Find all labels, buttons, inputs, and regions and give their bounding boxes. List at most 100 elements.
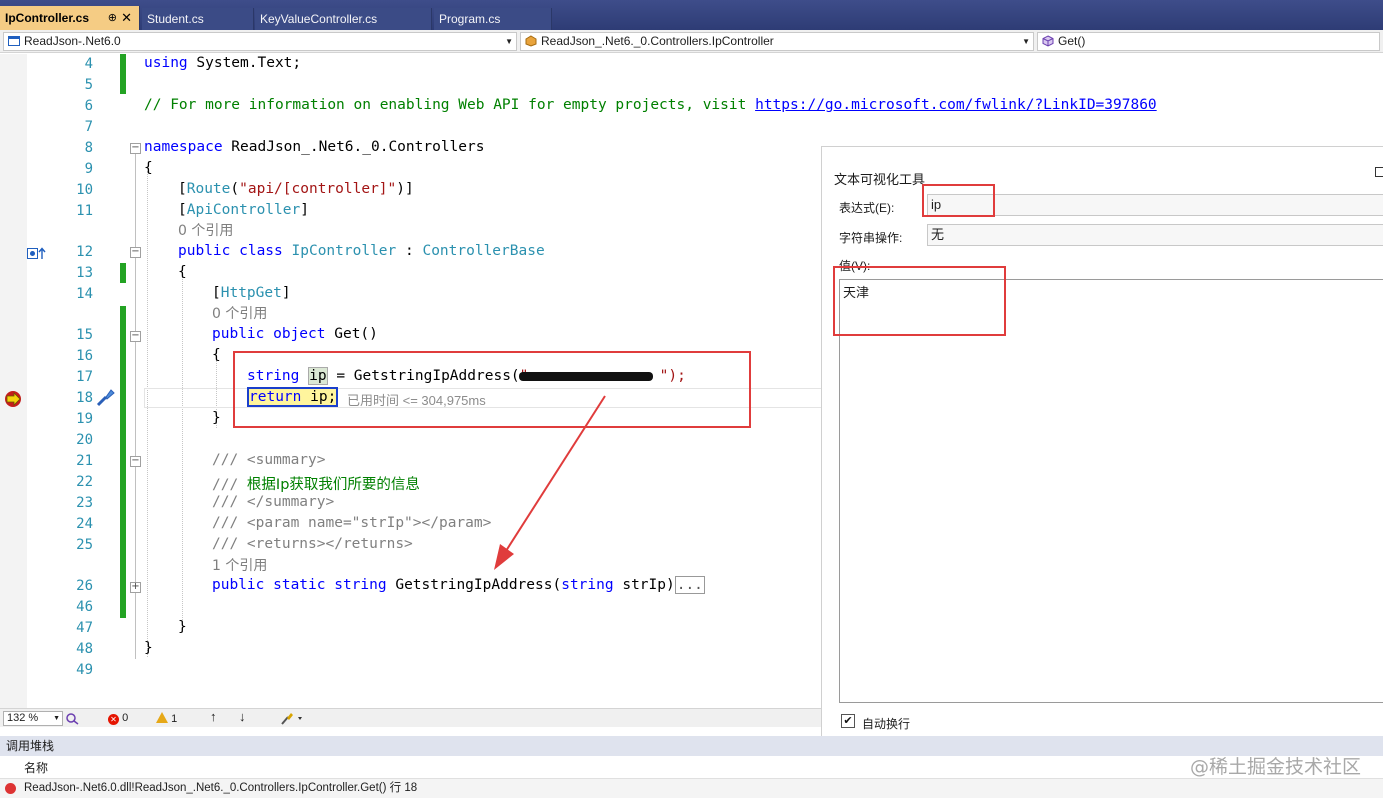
line-number: 10 [76,182,93,198]
change-bar [120,306,126,618]
code-line-26[interactable]: public static string GetstringIpAddress(… [212,576,705,594]
code-line-21[interactable]: /// <summary> [212,452,326,468]
codelens-references[interactable]: 1 个引用 [212,555,267,575]
code-line-48[interactable]: } [144,640,153,656]
type-dropdown[interactable]: ReadJson_.Net6._0.Controllers.IpControll… [520,32,1034,51]
codelens-references[interactable]: 0 个引用 [212,303,267,323]
line-number: 22 [76,474,93,490]
collapsed-region-ellipsis[interactable]: ... [674,576,705,594]
chevron-down-icon: ▼ [505,37,513,46]
member-name: Get() [1058,34,1086,48]
fwlink-url[interactable]: https://go.microsoft.com/fwlink/?LinkID=… [755,97,1157,113]
text-visualizer-dialog[interactable]: 文本可视化工具 表达式(E): ip 字符串操作: 无 值(V): 天津 ✔ 自… [821,146,1383,746]
line-number: 46 [76,599,93,615]
code-line-12[interactable]: public class IpController : ControllerBa… [178,243,545,259]
code-line-8[interactable]: namespace ReadJson_.Net6._0.Controllers [144,139,484,155]
code-line-9[interactable]: { [144,160,153,176]
error-count[interactable]: ✕ 0 [108,712,128,725]
document-tab-strip: IpController.cs ⊕ ✕ Student.cs KeyValueC… [0,0,1383,30]
pin-icon[interactable]: ⊕ [108,6,117,30]
code-line-22[interactable]: /// 根据Ip获取我们所要的信息 [212,473,420,494]
navigation-bar: ReadJson-.Net6.0 ▼ ReadJson_.Net6._0.Con… [0,30,1383,53]
dialog-title: 文本可视化工具 [834,172,926,187]
next-issue-button[interactable]: ↓ [239,710,246,723]
line-number: 7 [84,119,93,135]
code-line-19[interactable]: } [212,410,221,426]
change-bar [120,263,126,283]
tab-student[interactable]: Student.cs [142,8,254,30]
close-icon[interactable]: ✕ [121,6,132,30]
line-number: 12 [76,244,93,260]
collapse-toggle[interactable]: − [130,247,141,258]
call-stack-name-column[interactable]: 名称 [0,757,1383,779]
tab-keyvaluecontroller[interactable]: KeyValueController.cs [255,8,432,30]
code-line-25[interactable]: /// <returns></returns> [212,536,413,552]
line-number: 9 [84,161,93,177]
call-stack-panel-title: 调用堆栈 [0,736,1383,756]
tab-label: KeyValueController.cs [260,12,378,26]
collapse-toggle[interactable]: − [130,456,141,467]
word-wrap-label: 自动换行 [862,717,911,731]
line-number: 25 [76,537,93,553]
collapse-toggle[interactable]: − [130,331,141,342]
call-stack-row[interactable]: ReadJson-.Net6.0.dll!ReadJson_.Net6._0.C… [0,779,1383,798]
code-line-47[interactable]: } [178,619,187,635]
code-line-13[interactable]: { [178,264,187,280]
code-cleanup-icon[interactable] [280,712,304,729]
line-number: 18 [76,390,93,406]
class-icon [525,35,537,47]
member-dropdown[interactable]: Get() [1037,32,1380,51]
previous-issue-button[interactable]: ↑ [210,710,217,723]
tab-program[interactable]: Program.cs [434,8,552,30]
string-operation-label: 字符串操作: [839,231,903,245]
indent-guide [182,276,183,628]
breakpoint-current-statement-icon[interactable] [4,390,24,408]
maximize-icon[interactable] [1375,167,1383,177]
collapse-toggle[interactable]: − [130,143,141,154]
zoom-dropdown[interactable]: 132 % ▼ [3,711,63,726]
line-number: 24 [76,516,93,532]
line-number: 8 [84,140,93,156]
indicator-margin[interactable] [0,54,27,708]
value-textarea[interactable]: 天津 [839,279,1383,703]
tab-ipcontroller[interactable]: IpController.cs ⊕ ✕ [0,6,140,30]
line-number: 4 [84,56,93,72]
tab-label: IpController.cs [5,11,90,25]
annotation-box-value [833,266,1006,336]
code-line-4[interactable]: using System.Text; [144,55,301,71]
error-icon: ✕ [108,714,119,725]
warning-count[interactable]: 1 [156,712,177,726]
change-bar [120,54,126,94]
word-wrap-checkbox[interactable]: ✔ [841,714,855,728]
quick-actions-brush-icon[interactable] [94,387,116,409]
project-dropdown[interactable]: ReadJson-.Net6.0 ▼ [3,32,517,51]
code-line-14[interactable]: [HttpGet] [212,285,291,301]
codelens-references[interactable]: 0 个引用 [178,220,233,240]
code-line-24[interactable]: /// <param name="strIp"></param> [212,515,491,531]
line-number: 26 [76,578,93,594]
chevron-down-icon: ▼ [53,715,60,722]
indent-guide [147,171,148,657]
intellicode-icon[interactable] [65,712,79,729]
line-number: 48 [76,641,93,657]
code-line-15[interactable]: public object Get() [212,326,378,342]
codelens-override-icon[interactable] [27,247,47,260]
project-name: ReadJson-.Net6.0 [24,34,121,48]
expression-label: 表达式(E): [839,201,895,215]
chevron-down-icon: ▼ [1022,37,1030,46]
code-line-6[interactable]: // For more information on enabling Web … [144,97,1157,113]
line-number: 15 [76,327,93,343]
csharp-project-icon [8,36,20,46]
string-operation-dropdown[interactable]: 无 [927,224,1383,246]
expression-field[interactable]: ip [927,194,1383,216]
code-line-11[interactable]: [ApiController] [178,202,309,218]
expand-toggle[interactable]: + [130,582,141,593]
line-number: 6 [84,98,93,114]
code-line-10[interactable]: [Route("api/[controller]")] [178,181,414,197]
annotation-box-expression [922,184,995,217]
line-number: 14 [76,286,93,302]
code-line-16[interactable]: { [212,347,221,363]
code-line-23[interactable]: /// </summary> [212,494,334,510]
line-number: 49 [76,662,93,678]
line-number: 21 [76,453,93,469]
